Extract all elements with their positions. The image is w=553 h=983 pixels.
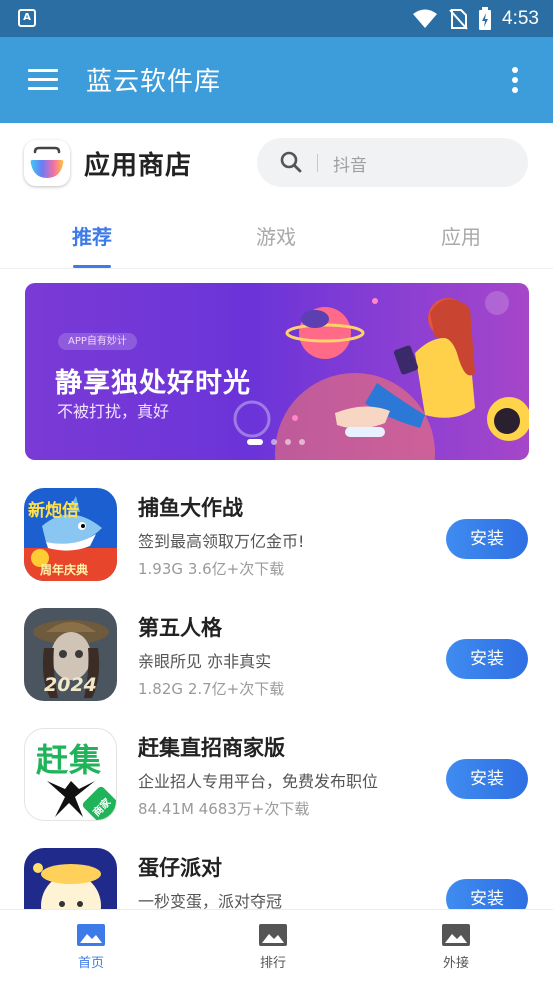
image-icon — [259, 924, 287, 946]
pagination-dot — [271, 439, 277, 445]
search-divider — [317, 154, 318, 172]
store-title: 应用商店 — [84, 151, 193, 181]
banner-headline: 静享独处好时光 — [55, 368, 251, 399]
app-size: 1.93G — [138, 560, 184, 578]
nav-label: 首页 — [77, 956, 104, 971]
app-meta: 1.82G 2.7亿+次下载 — [138, 678, 284, 699]
wifi-icon — [413, 9, 438, 28]
app-meta: 1.93G 3.6亿+次下载 — [138, 558, 284, 579]
tab-indicator — [73, 265, 111, 268]
app-name: 捕鱼大作战 — [138, 496, 243, 520]
fishing-game-icon: 新炮倍 周年庆典 — [24, 488, 117, 581]
promo-banner[interactable]: APP自有妙计 静享独处好时光 不被打扰，真好 — [25, 283, 529, 460]
install-button[interactable]: 安装 — [446, 519, 528, 559]
app-bar: 蓝云软件库 — [0, 37, 553, 123]
fishing-icon-top-text: 新炮倍 — [28, 501, 79, 521]
banner-tag: APP自有妙计 — [58, 333, 137, 350]
identity-v-icon-year: 2024 — [44, 674, 97, 696]
nav-ranking[interactable]: 排行 — [213, 924, 333, 971]
image-icon — [77, 924, 105, 946]
install-button[interactable]: 安装 — [446, 639, 528, 679]
app-description: 亲眼所见 亦非真实 — [138, 652, 272, 671]
list-item-app[interactable]: 新炮倍 周年庆典 捕鱼大作战 签到最高领取万亿金币! 1.93G 3.6亿+次下… — [0, 478, 553, 598]
pagination-dot — [299, 439, 305, 445]
clock: 4:53 — [502, 8, 539, 29]
app-name: 蛋仔派对 — [138, 856, 222, 880]
list-item-app[interactable]: 2024 第五人格 亲眼所见 亦非真实 1.82G 2.7亿+次下载 安装 — [0, 598, 553, 718]
tab-recommend[interactable]: 推荐 — [32, 221, 152, 250]
nav-home[interactable]: 首页 — [31, 924, 151, 971]
store-header: 应用商店 抖音 — [0, 123, 553, 203]
battery-charging-icon — [479, 7, 492, 30]
image-icon — [442, 924, 470, 946]
app-downloads: 2.7亿+次下载 — [187, 680, 285, 698]
notification-icon: A — [18, 9, 36, 27]
app-name: 第五人格 — [138, 616, 222, 640]
list-item-app[interactable]: 赶集 商家 赶集直招商家版 企业招人专用平台，免费发布职位 84.41M 468… — [0, 718, 553, 838]
identity-v-icon: 2024 — [24, 608, 117, 701]
app-description: 企业招人专用平台，免费发布职位 — [138, 772, 379, 791]
bottom-navigation: 首页 排行 外接 — [0, 909, 553, 983]
app-description: 签到最高领取万亿金币! — [138, 532, 305, 551]
pagination-dot — [285, 439, 291, 445]
app-title: 蓝云软件库 — [86, 67, 222, 97]
app-downloads: 3.6亿+次下载 — [187, 560, 285, 578]
nav-label: 排行 — [259, 956, 286, 971]
app-downloads: 4683万+次下载 — [198, 800, 310, 818]
search-placeholder: 抖音 — [333, 156, 367, 176]
app-name: 赶集直招商家版 — [138, 736, 285, 760]
install-button[interactable]: 安装 — [446, 759, 528, 799]
pagination-dot-active — [247, 439, 263, 445]
more-vertical-icon[interactable] — [511, 67, 519, 95]
category-tabs: 推荐 游戏 应用 — [0, 205, 553, 269]
app-meta: 84.41M 4683万+次下载 — [138, 798, 309, 819]
search-icon — [280, 151, 302, 173]
ganji-icon: 赶集 商家 — [24, 728, 117, 821]
tab-games[interactable]: 游戏 — [216, 221, 336, 250]
search-input[interactable]: 抖音 — [257, 138, 528, 187]
app-size: 84.41M — [138, 800, 194, 818]
tab-apps[interactable]: 应用 — [401, 221, 521, 250]
nav-external[interactable]: 外接 — [396, 924, 516, 971]
no-sim-icon — [449, 9, 468, 30]
app-size: 1.82G — [138, 680, 184, 698]
banner-pagination — [247, 439, 305, 445]
nav-label: 外接 — [442, 956, 469, 971]
status-bar: A 4:53 — [0, 0, 553, 37]
fishing-icon-bottom-text: 周年庆典 — [40, 563, 89, 577]
hamburger-menu-icon[interactable] — [28, 69, 58, 91]
banner-subtitle: 不被打扰，真好 — [57, 402, 170, 421]
store-logo-icon — [24, 140, 70, 186]
